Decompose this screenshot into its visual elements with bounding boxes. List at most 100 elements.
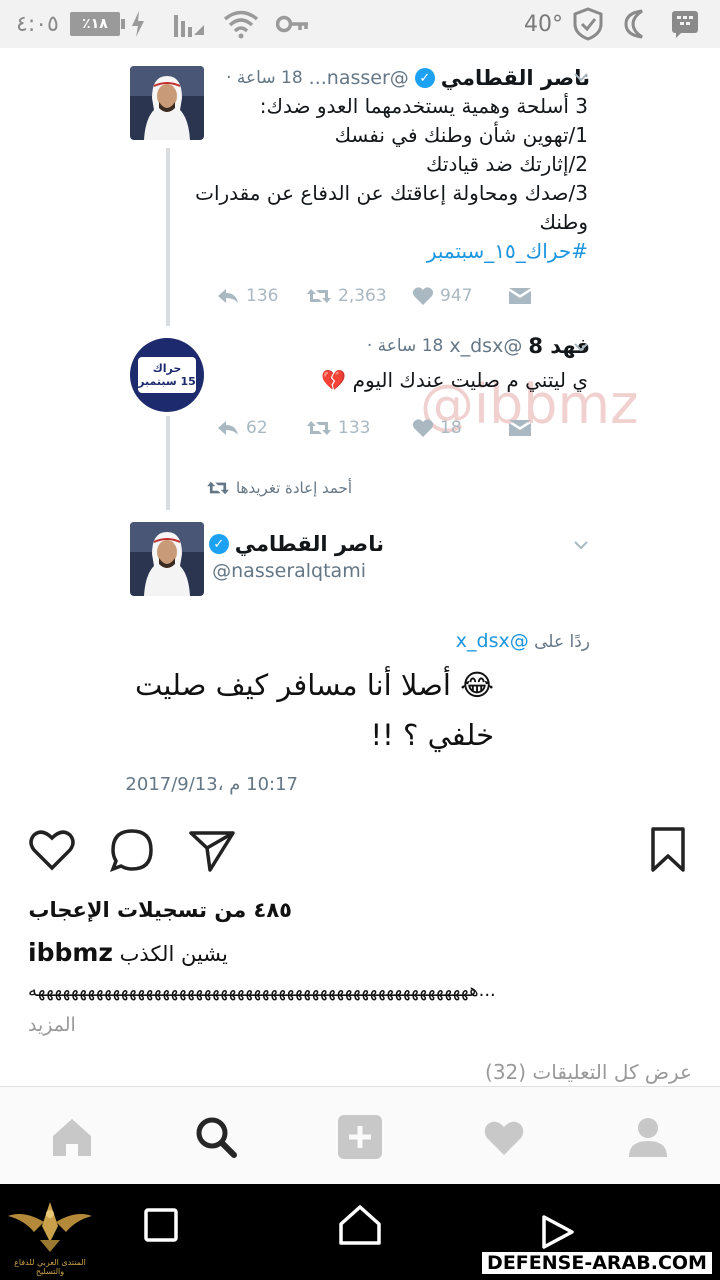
bookmark-icon (651, 827, 685, 872)
avatar-line: حراك (152, 362, 182, 375)
add-post-icon (338, 1115, 382, 1159)
tweet-actions: 136 2,363 947 (216, 286, 548, 306)
play-triangle-icon (542, 1215, 574, 1249)
chevron-down-icon (574, 541, 588, 550)
tweet-author-handle: @nasser... (308, 67, 409, 89)
thread-line (166, 416, 170, 510)
reply-count-value: 62 (246, 418, 268, 438)
more-link[interactable]: المزيد (28, 1014, 76, 1036)
battery-indicator: ٪١٨ (70, 0, 125, 48)
reply-icon (218, 421, 238, 435)
shield-check-icon (572, 0, 604, 48)
wifi-icon (222, 0, 260, 48)
tweet-time: 18 ساعة · (366, 336, 444, 356)
heart-icon (29, 830, 75, 871)
tweet-text: 3 أسلحة وهمية يستخدمهما العدو ضدك: 1/تهو… (195, 92, 588, 266)
retweet-icon (207, 481, 229, 495)
home-icon (53, 1119, 91, 1156)
tweet-actions: 62 133 18 (216, 418, 548, 438)
status-bar: ٤:٠٥ ٪١٨ 40° (0, 0, 720, 48)
comment-bubble-icon (110, 829, 153, 872)
tab-activity[interactable] (480, 1113, 528, 1161)
tweet-header: فهد 8 @x_dsx 18 ساعة · (367, 334, 590, 358)
retweet-icon (307, 421, 331, 435)
search-icon (196, 1117, 237, 1158)
reply-count: 62 (216, 418, 306, 438)
dm-envelope-icon (509, 288, 531, 304)
like-count-value: 18 (440, 418, 462, 438)
tab-profile[interactable] (624, 1113, 672, 1161)
tweet-line: 2/إثارتك ضد قيادتك (426, 152, 588, 176)
retweeted-by-text: أحمد إعادة تغريدها (236, 479, 352, 497)
chevron-down-icon (574, 73, 588, 82)
reply-icon (218, 289, 238, 303)
like-count: 947 (412, 286, 508, 306)
retweet-count: 133 (306, 418, 412, 438)
forum-logo-text: المنتدى العربي للدفاع والتسليح (14, 1258, 86, 1276)
tweet-header: ناصر القطامي ✓ @nasser... 18 ساعة · (226, 66, 590, 90)
tweet-line: 3 أسلحة وهمية يستخدمهما العدو ضدك: (259, 94, 588, 118)
like-button[interactable] (28, 826, 76, 878)
tweet-header: ناصر القطامي ✓ (208, 532, 384, 556)
recents-square-icon (144, 1208, 178, 1242)
retweeted-by: أحمد إعادة تغريدها (206, 479, 352, 497)
tweet-screenshot: ناصر القطامي ✓ @nasser... 18 ساعة · 3 أس… (0, 48, 720, 808)
retweet-count-value: 2,363 (338, 286, 387, 306)
tweet-line: وطنك (539, 210, 588, 234)
tweet-author-handle: @nasseralqtami (212, 560, 366, 582)
tab-new-post[interactable] (336, 1113, 384, 1161)
reply-count-value: 136 (246, 286, 279, 306)
home-outline-icon (339, 1205, 381, 1245)
tweet-line: خلفي ؟ !! (370, 718, 494, 752)
forum-logo: المنتدى العربي للدفاع والتسليح (4, 1192, 96, 1276)
avatar (130, 522, 204, 596)
dm-envelope-icon (509, 420, 531, 436)
charging-icon (128, 0, 148, 48)
tweet-line: 3/صدك ومحاولة إعاقتك عن الدفاع عن مقدرات (195, 181, 588, 205)
thread-line (166, 148, 170, 326)
tab-search[interactable] (192, 1113, 240, 1161)
retweet-count-value: 133 (338, 418, 371, 438)
reply-to: ردًا على @x_dsx (456, 630, 590, 652)
eagle-emblem-icon (8, 1202, 92, 1252)
avatar (130, 66, 204, 140)
tweet-text: ي ليتني م صليت عندك اليوم 💔 (321, 368, 588, 392)
likes-count[interactable]: ٤٨٥ من تسجيلات الإعجاب (28, 898, 292, 922)
recents-button[interactable] (144, 1208, 178, 1246)
caption-text: يشين الكذب (119, 942, 228, 966)
tweet-time: 18 ساعة · (226, 68, 303, 88)
tweet-line: 😂 أصلا أنا مسافر كيف صليت (134, 668, 494, 702)
tweet-date: 10:17 م ،2017/9/13 (125, 774, 298, 795)
save-button[interactable] (648, 826, 688, 878)
profile-icon (629, 1118, 667, 1157)
tab-home[interactable] (48, 1113, 96, 1161)
tweet-author-handle: @x_dsx (449, 335, 523, 357)
signal-icon (172, 0, 206, 48)
back-button[interactable] (540, 1214, 576, 1254)
home-button[interactable] (338, 1204, 382, 1250)
reply-to-label: ردًا على (534, 632, 590, 652)
comment-button[interactable] (108, 826, 156, 878)
post-actions (0, 826, 720, 878)
caption-continued: هههههههههههههههههههههههههههههههههههههههه… (28, 980, 496, 1001)
reply-count: 136 (216, 286, 306, 306)
heart-icon (412, 419, 434, 437)
site-watermark: DEFENSE-ARAB.COM (480, 1250, 714, 1276)
battery-level: ٪١٨ (70, 12, 120, 36)
chevron-down-icon (574, 343, 588, 352)
heart-icon (412, 287, 434, 305)
retweet-icon (307, 289, 331, 303)
heart-icon (484, 1121, 524, 1155)
tweet-author-name: ناصر القطامي (234, 532, 384, 556)
status-clock: ٤:٠٥ (16, 11, 59, 37)
like-count: 18 (412, 418, 508, 438)
view-all-comments-link[interactable]: عرض كل التعليقات (32) (485, 1060, 692, 1084)
avatar-line: 15 سبتمبر (138, 375, 196, 388)
send-icon (189, 831, 235, 872)
verified-badge-icon: ✓ (414, 68, 435, 88)
caption-username[interactable]: ibbmz (28, 938, 113, 967)
bottom-tab-bar (0, 1086, 720, 1184)
share-button[interactable] (188, 826, 236, 878)
retweet-count: 2,363 (306, 286, 412, 306)
night-mode-icon (620, 0, 650, 48)
